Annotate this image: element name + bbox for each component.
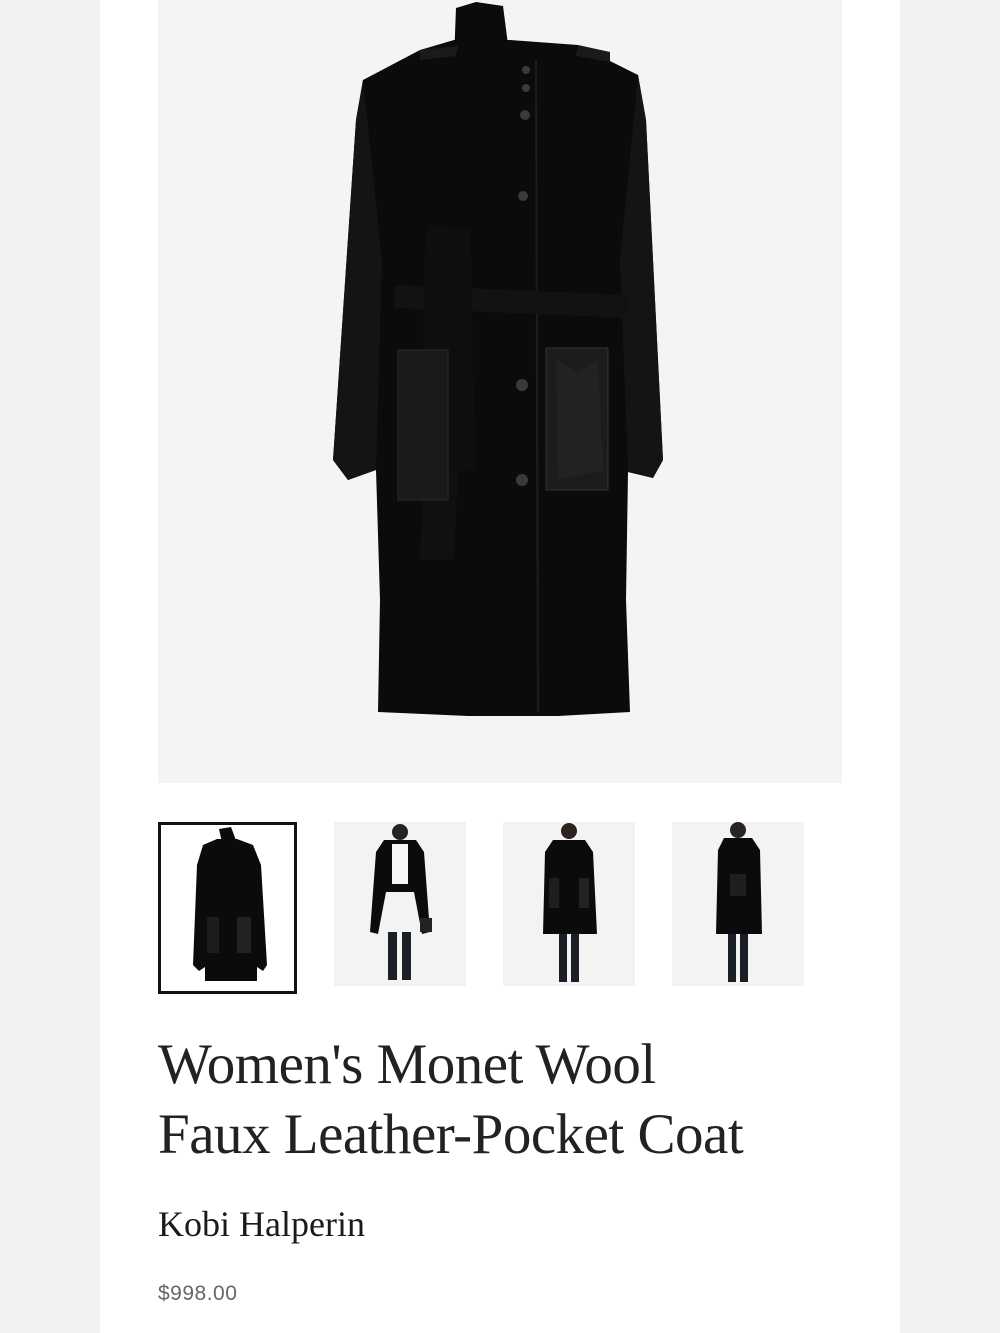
main-product-image[interactable] bbox=[158, 0, 842, 783]
thumbnail-model-open bbox=[370, 824, 432, 980]
thumbnail-strip bbox=[100, 822, 900, 994]
product-title: Women's Monet Wool Faux Leather-Pocket C… bbox=[158, 1030, 858, 1170]
product-price: $998.00 bbox=[158, 1282, 238, 1305]
thumbnail-4[interactable] bbox=[672, 822, 804, 986]
thumbnail-model-side bbox=[716, 822, 762, 982]
product-title-line-1: Women's Monet Wool bbox=[158, 1033, 656, 1096]
thumbnail-model-front bbox=[543, 823, 597, 982]
thumbnail-1[interactable] bbox=[158, 822, 297, 994]
product-title-line-2: Faux Leather-Pocket Coat bbox=[158, 1103, 744, 1166]
thumbnail-2[interactable] bbox=[334, 822, 466, 986]
thumbnail-coat-flatlay bbox=[193, 827, 267, 981]
brand-name[interactable]: Kobi Halperin bbox=[158, 1203, 365, 1245]
product-page: Women's Monet Wool Faux Leather-Pocket C… bbox=[100, 0, 900, 1333]
coat-image bbox=[333, 2, 663, 716]
thumbnail-3[interactable] bbox=[503, 822, 635, 986]
